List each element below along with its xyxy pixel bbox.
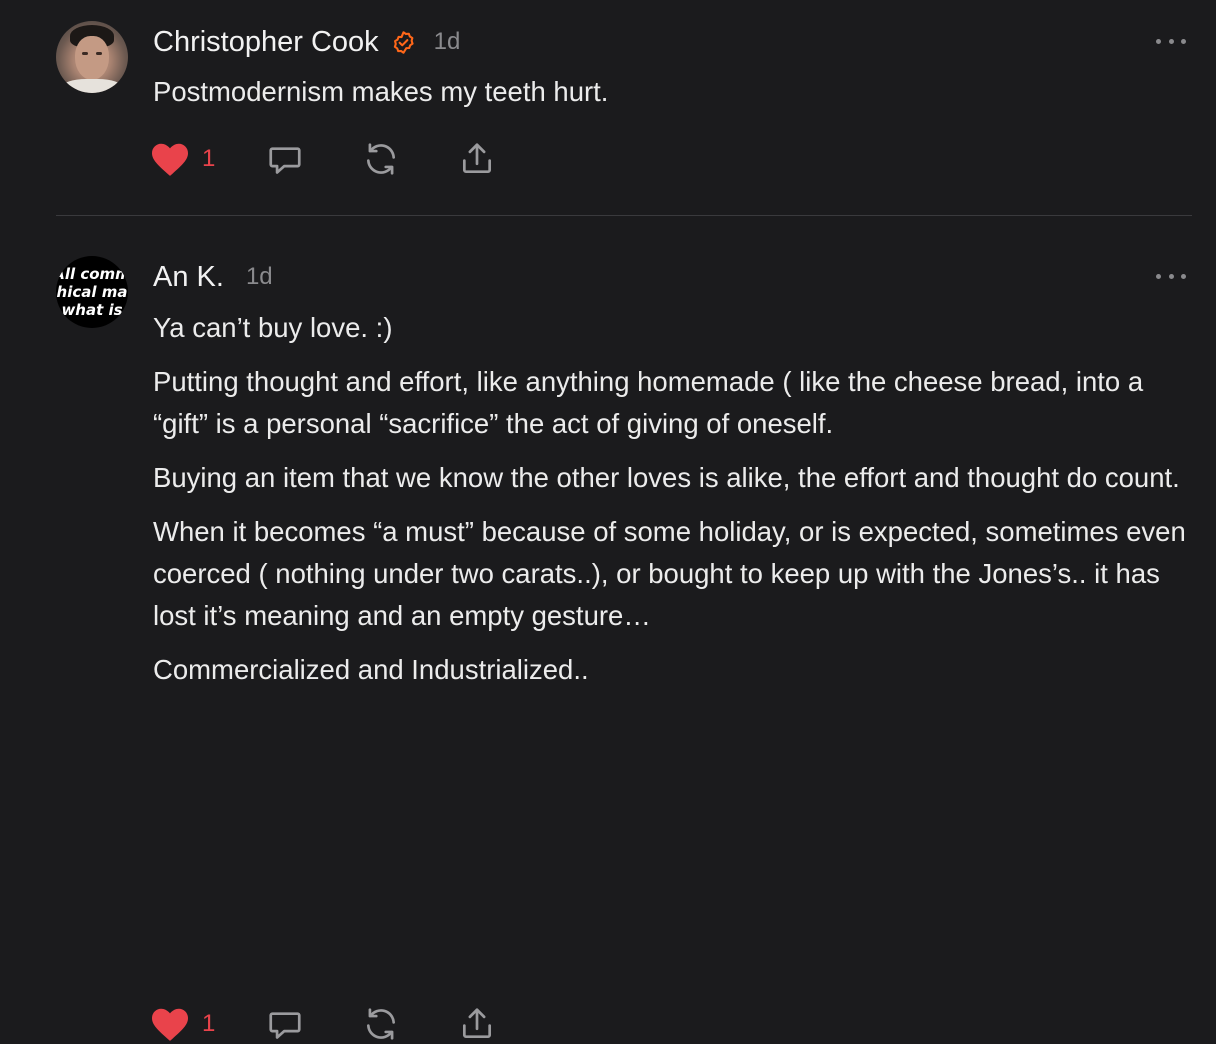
share-icon bbox=[458, 140, 496, 178]
post-paragraph: Putting thought and effort, like anythin… bbox=[153, 366, 1144, 439]
heart-icon bbox=[150, 141, 190, 177]
post-paragraph: Ya can’t buy love. :) bbox=[153, 312, 393, 343]
author-avatar[interactable]: All comm hical ma what is bbox=[56, 256, 128, 328]
avatar-text-line: what is bbox=[61, 301, 123, 319]
verified-badge-icon bbox=[391, 30, 416, 55]
comment-button[interactable] bbox=[266, 140, 362, 178]
like-count: 1 bbox=[202, 145, 216, 172]
post-body: Ya can’t buy love. :) Putting thought an… bbox=[153, 307, 1203, 691]
more-options-icon[interactable] bbox=[1156, 269, 1186, 283]
like-button[interactable]: 1 bbox=[150, 1006, 266, 1042]
restack-button[interactable] bbox=[362, 140, 458, 178]
avatar-text-line: hical ma bbox=[56, 283, 128, 301]
author-name[interactable]: An K. bbox=[153, 261, 224, 294]
post-header: Christopher Cook 1d bbox=[153, 25, 460, 59]
post-actions: 1 bbox=[150, 139, 496, 179]
post-paragraph: Commercialized and Industrialized.. bbox=[153, 654, 589, 685]
restack-icon bbox=[362, 140, 400, 178]
post-body: Postmodernism makes my teeth hurt. bbox=[153, 71, 1203, 113]
author-avatar[interactable] bbox=[56, 21, 128, 93]
post-actions: 1 bbox=[150, 1004, 496, 1044]
like-count: 1 bbox=[202, 1010, 216, 1037]
post-divider bbox=[56, 215, 1192, 216]
post-paragraph: When it becomes “a must” because of some… bbox=[153, 516, 1186, 631]
post-timestamp: 1d bbox=[245, 263, 273, 290]
like-button[interactable]: 1 bbox=[150, 141, 266, 177]
restack-icon bbox=[362, 1005, 400, 1043]
post-paragraph: Postmodernism makes my teeth hurt. bbox=[153, 76, 609, 107]
share-button[interactable] bbox=[458, 140, 496, 178]
post-paragraph: Buying an item that we know the other lo… bbox=[153, 462, 1180, 493]
share-button[interactable] bbox=[458, 1005, 496, 1043]
author-name[interactable]: Christopher Cook bbox=[153, 26, 379, 59]
post-header: An K. 1d bbox=[153, 260, 273, 294]
comment-bubble-icon bbox=[266, 1005, 304, 1043]
avatar-text-line: All comm bbox=[56, 265, 128, 283]
heart-icon bbox=[150, 1006, 190, 1042]
comment-button[interactable] bbox=[266, 1005, 362, 1043]
share-icon bbox=[458, 1005, 496, 1043]
post-timestamp: 1d bbox=[433, 28, 461, 55]
restack-button[interactable] bbox=[362, 1005, 458, 1043]
more-options-icon[interactable] bbox=[1156, 34, 1186, 48]
comment-bubble-icon bbox=[266, 140, 304, 178]
